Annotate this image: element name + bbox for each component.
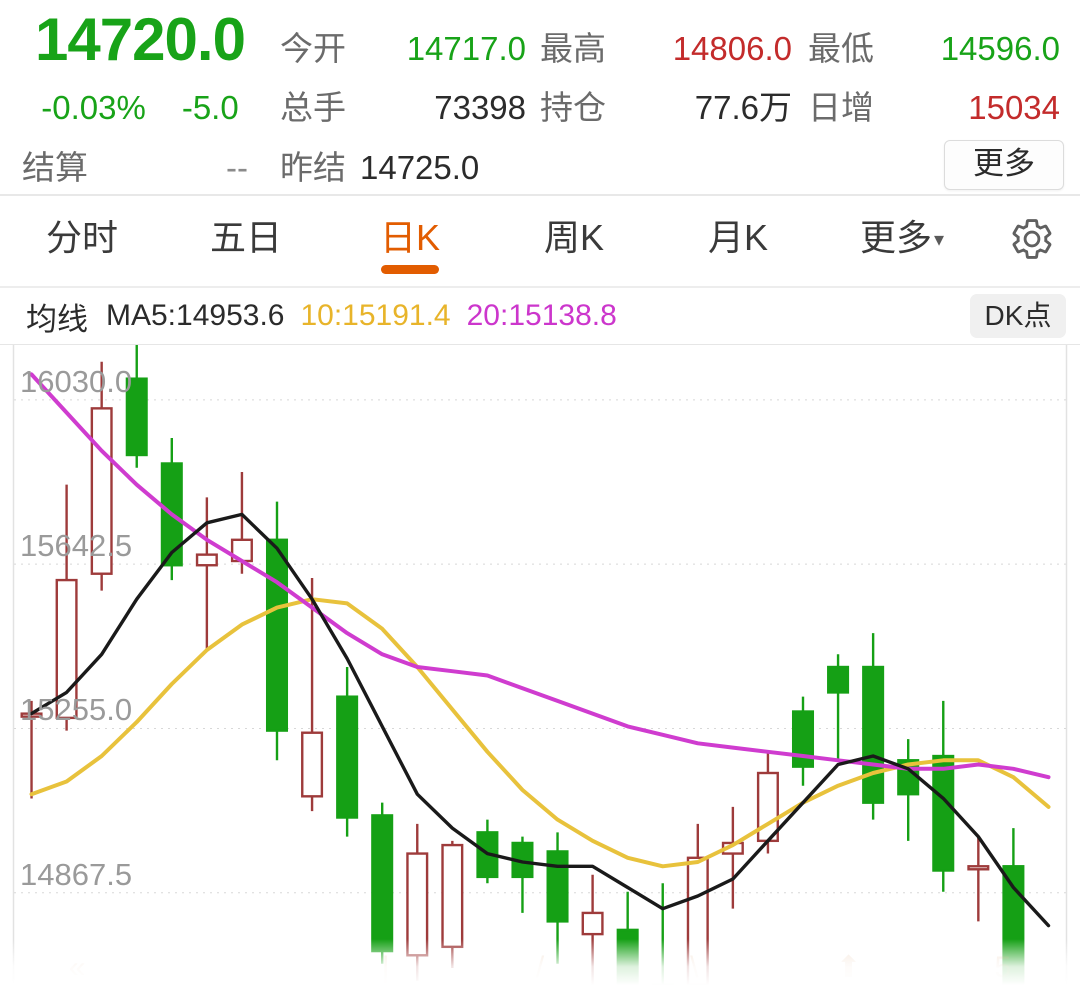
tab-monthly-k[interactable]: 月K: [656, 196, 820, 286]
bottom-icon-2[interactable]: |: [309, 951, 463, 985]
field-high: 最高 14806.0: [540, 27, 808, 71]
chevron-down-icon: ▾: [933, 229, 945, 252]
change-percent: -0.03%: [41, 89, 146, 126]
field-dailyincrease-label: 日增: [808, 89, 874, 126]
tab-weekly-k-label: 周K: [543, 217, 604, 258]
bottom-icon-0[interactable]: «: [0, 951, 154, 985]
field-volume-value: 73398: [434, 89, 526, 126]
tab-wuri[interactable]: 五日: [164, 196, 328, 286]
field-settlement-value: --: [226, 149, 248, 186]
bottom-icon-6[interactable]: 5: [926, 951, 1080, 985]
field-low-label: 最低: [808, 30, 874, 67]
tab-daily-k[interactable]: 日K: [328, 196, 492, 286]
field-volume-label: 总手: [280, 89, 346, 126]
quote-row-1: 14720.0 今开 14717.0 最高 14806.0 最低 14596.0: [0, 4, 1080, 86]
last-price: 14720.0: [35, 6, 246, 73]
candlestick-chart-canvas[interactable]: [0, 345, 1080, 985]
field-open-value: 14717.0: [406, 30, 526, 67]
chart-period-tabbar: 分时 五日 日K 周K 月K 更多 ▾: [0, 196, 1080, 288]
bottom-toolbar-icons[interactable]: « | / \ ⬆ 5: [0, 939, 1080, 985]
tab-monthly-k-label: 月K: [707, 217, 768, 258]
moving-average-legend: 均线 MA5:14953.6 10:15191.4 20:15138.8 DK点: [0, 288, 1080, 345]
field-high-value: 14806.0: [672, 30, 792, 67]
field-openinterest-value: 77.6万: [694, 89, 792, 126]
candlestick-chart[interactable]: 16030.0 15642.5 15255.0 14867.5 « | / \ …: [0, 345, 1080, 985]
tab-more[interactable]: 更多 ▾: [820, 196, 984, 286]
active-tab-underline: [381, 265, 439, 274]
field-low-value: 14596.0: [940, 30, 1060, 67]
field-open-label: 今开: [280, 30, 346, 67]
gear-icon: [1012, 218, 1052, 259]
delta-block: -0.03% -5.0: [0, 86, 280, 130]
tab-weekly-k[interactable]: 周K: [492, 196, 656, 286]
field-dailyincrease-value: 15034: [968, 89, 1060, 126]
change-line: -0.03% -5.0: [0, 86, 280, 130]
field-volume: 总手 73398: [280, 86, 540, 130]
field-prevsettlement-label: 昨结: [280, 149, 346, 186]
ma5-legend: MA5:14953.6: [106, 299, 285, 332]
tab-daily-k-label: 日K: [379, 217, 440, 258]
tab-more-label: 更多: [859, 217, 932, 258]
field-dailyincrease: 日增 15034: [808, 86, 1076, 130]
kline-quote-page: 14720.0 今开 14717.0 最高 14806.0 最低 14596.0…: [0, 0, 1080, 985]
field-prevsettlement-value: 14725.0: [360, 149, 480, 186]
bottom-icon-5[interactable]: ⬆: [771, 951, 925, 985]
ma10-legend: 10:15191.4: [300, 299, 451, 332]
price-block: 14720.0: [0, 4, 280, 76]
settings-gear-button[interactable]: [984, 216, 1080, 267]
more-button[interactable]: 更多: [944, 140, 1064, 190]
field-prevsettlement: 昨结 14725.0: [280, 146, 540, 190]
quote-header: 14720.0 今开 14717.0 最高 14806.0 最低 14596.0…: [0, 0, 1080, 196]
tab-wuri-label: 五日: [209, 217, 282, 258]
change-absolute: -5.0: [181, 89, 239, 126]
field-low: 最低 14596.0: [808, 27, 1076, 71]
dk-point-button[interactable]: DK点: [970, 294, 1066, 338]
field-settlement-label: 结算: [22, 149, 88, 186]
tab-fenshi-label: 分时: [45, 217, 118, 258]
ma20-legend: 20:15138.8: [466, 299, 617, 332]
bottom-icon-3[interactable]: /: [463, 951, 617, 985]
quote-row-3: 结算 -- 昨结 14725.0: [0, 146, 1080, 198]
field-high-label: 最高: [540, 30, 606, 67]
field-settlement: 结算 --: [0, 146, 280, 190]
field-openinterest: 持仓 77.6万: [540, 86, 808, 130]
ma-legend-title: 均线: [26, 301, 88, 337]
quote-row-2: -0.03% -5.0 总手 73398 持仓 77.6万 日增 15034: [0, 86, 1080, 146]
tab-fenshi[interactable]: 分时: [0, 196, 164, 286]
field-openinterest-label: 持仓: [540, 89, 606, 126]
bottom-icon-4[interactable]: \: [617, 951, 771, 985]
field-open: 今开 14717.0: [280, 27, 540, 71]
